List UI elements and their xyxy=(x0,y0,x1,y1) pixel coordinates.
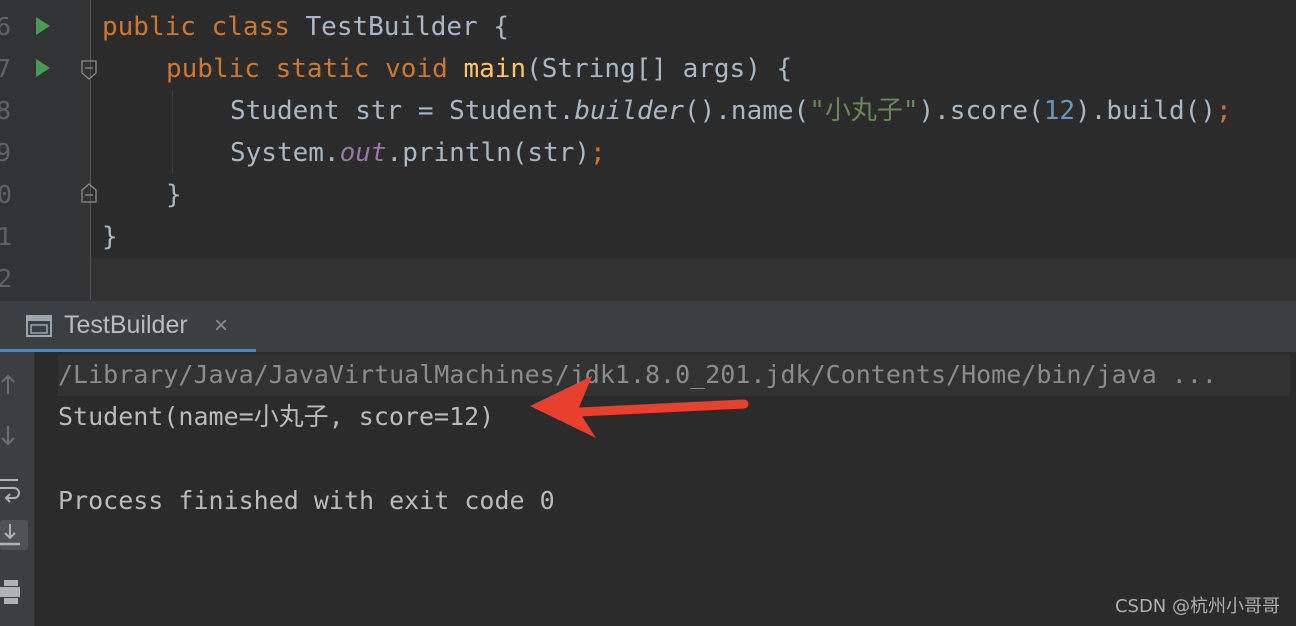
semicolon: ; xyxy=(1215,96,1232,126)
code-line-main: public static void main(String[] args) { xyxy=(166,48,792,90)
ide-window: 6 7 8 9 10 11 12 public class TestBuilde… xyxy=(0,0,1296,626)
console-output-line: Student(name=小丸子, score=12) xyxy=(58,402,495,431)
annotation-arrow-icon xyxy=(530,376,749,438)
number-literal: 12 xyxy=(1043,96,1076,126)
line-number: 12 xyxy=(0,264,13,293)
close-icon[interactable]: × xyxy=(214,312,228,340)
indent-guide xyxy=(172,90,173,174)
semicolon: ; xyxy=(590,138,606,168)
keyword: public xyxy=(102,12,196,42)
class-name: TestBuilder { xyxy=(289,12,510,42)
line-number: 7 xyxy=(0,54,12,83)
watermark: CSDN @杭州小哥哥 xyxy=(1114,596,1280,617)
run-tool-window-header: TestBuilder × xyxy=(0,300,1296,353)
keyword: class xyxy=(211,12,290,42)
current-line-highlight xyxy=(91,258,1296,300)
fold-collapse-icon[interactable] xyxy=(81,60,97,80)
code-text: ).build() xyxy=(1075,96,1216,126)
soft-wrap-icon[interactable] xyxy=(0,474,28,504)
editor-gutter: 6 7 8 9 10 11 12 xyxy=(0,0,97,300)
console-exit-line: Process finished with exit code 0 xyxy=(58,486,555,515)
string-literal: "小丸子" xyxy=(809,96,919,126)
keyword: static xyxy=(275,54,370,84)
line-number: 9 xyxy=(0,138,12,167)
code-line-close-class: } xyxy=(102,222,118,252)
method-name: main xyxy=(463,54,527,84)
code-text: System. xyxy=(230,138,340,168)
arrow-up-icon[interactable] xyxy=(0,370,28,400)
code-text: ).score( xyxy=(918,96,1044,126)
scroll-to-end-icon[interactable] xyxy=(0,520,28,550)
builder-call: builder xyxy=(574,96,684,126)
fold-end-icon[interactable] xyxy=(81,183,97,203)
code-line-println: System.out.println(str); xyxy=(230,132,606,174)
code-line-close-method: } xyxy=(166,180,182,210)
tab-label: TestBuilder xyxy=(64,311,188,339)
print-icon[interactable] xyxy=(0,576,28,606)
keyword: void xyxy=(385,54,448,84)
tab-testbuilder[interactable]: TestBuilder × xyxy=(0,301,256,353)
console-toolbar xyxy=(0,352,35,626)
params: (String[] args) { xyxy=(526,54,793,84)
code-line-class: public class TestBuilder { xyxy=(102,6,509,48)
console-window-icon xyxy=(26,315,52,337)
code-text: .println(str) xyxy=(386,138,591,168)
line-number: 11 xyxy=(0,222,13,251)
run-main-icon[interactable] xyxy=(36,59,50,77)
code-editor[interactable]: 6 7 8 9 10 11 12 public class TestBuilde… xyxy=(0,0,1296,300)
code-text: ().name( xyxy=(683,96,810,126)
run-class-icon[interactable] xyxy=(36,17,50,35)
code-line-builder: Student str = Student.builder().name("小丸… xyxy=(230,90,1232,132)
code-text: Student str = Student. xyxy=(230,96,575,126)
line-number: 10 xyxy=(0,180,13,209)
line-number: 6 xyxy=(0,12,12,41)
line-number: 8 xyxy=(0,96,12,125)
arrow-down-icon[interactable] xyxy=(0,420,28,450)
static-field: out xyxy=(339,138,387,168)
keyword: public xyxy=(166,54,260,84)
